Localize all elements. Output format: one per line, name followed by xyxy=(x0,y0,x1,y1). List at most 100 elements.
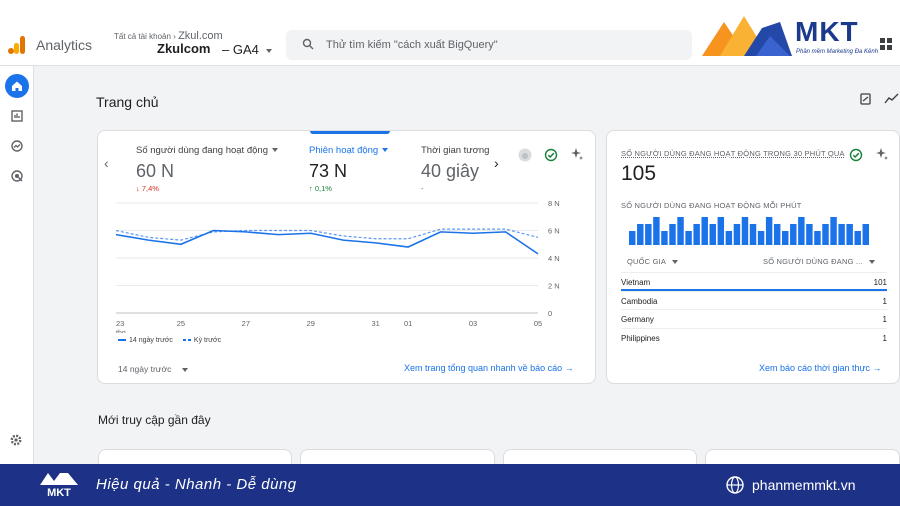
chevron-right-icon[interactable]: › xyxy=(494,155,499,171)
metric-change: 7,4% xyxy=(141,184,159,193)
minute-bar[interactable] xyxy=(669,224,676,245)
minute-bar[interactable] xyxy=(765,217,773,245)
table-row[interactable]: Vietnam 101 xyxy=(621,272,887,291)
minute-bar[interactable] xyxy=(862,224,869,245)
minute-bar[interactable] xyxy=(846,224,853,245)
property-selector[interactable]: Zkulcom xyxy=(157,41,210,56)
insights-icon[interactable] xyxy=(884,93,900,105)
minute-bar[interactable] xyxy=(709,224,716,245)
minute-bar[interactable] xyxy=(830,217,837,245)
footer-url[interactable]: phanmemmkt.vn xyxy=(752,477,855,493)
y-tick-label: 8 N xyxy=(548,199,560,208)
minute-bar[interactable] xyxy=(661,231,668,245)
chevron-down-icon xyxy=(181,367,188,372)
country-users: 1 xyxy=(882,296,887,306)
chart-legend: 14 ngày trước Kỳ trước xyxy=(118,337,221,344)
check-circle-icon[interactable] xyxy=(849,148,863,162)
table-row[interactable]: Germany 1 xyxy=(621,309,887,328)
minute-bar[interactable] xyxy=(749,224,757,245)
realtime-subtitle: SỐ NGƯỜI DÙNG ĐANG HOẠT ĐỘNG MỖI PHÚT xyxy=(621,201,802,210)
minute-bar[interactable] xyxy=(822,224,829,245)
customize-card-icon[interactable] xyxy=(860,92,872,106)
metric-label: Số người dùng đang hoạt động xyxy=(136,145,268,156)
check-circle-icon[interactable] xyxy=(544,148,558,162)
metric-change: - xyxy=(421,184,424,193)
minute-bar[interactable] xyxy=(733,224,741,245)
realtime-title[interactable]: SỐ NGƯỜI DÙNG ĐANG HOẠT ĐỘNG TRONG 30 PH… xyxy=(621,149,845,158)
minute-bar[interactable] xyxy=(806,224,813,245)
x-tick-label: 27 xyxy=(242,319,250,328)
country-name: Cambodia xyxy=(621,296,658,306)
sparkle-icon[interactable] xyxy=(570,147,584,161)
table-row[interactable]: Cambodia 1 xyxy=(621,290,887,310)
x-tick-sublabel: thg xyxy=(116,330,126,333)
minute-bar[interactable] xyxy=(725,231,733,245)
minute-bar[interactable] xyxy=(814,231,821,245)
country-name: Vietnam xyxy=(621,278,651,287)
minute-bar[interactable] xyxy=(741,217,749,245)
gear-icon[interactable] xyxy=(9,433,23,447)
y-tick-label: 2 N xyxy=(548,282,560,291)
selected-metric-indicator xyxy=(310,131,390,134)
reports-icon xyxy=(11,110,23,122)
view-realtime-label: Xem báo cáo thời gian thực xyxy=(759,363,870,373)
mkt-footer-logo: MKT xyxy=(38,469,80,501)
x-tick-label: 01 xyxy=(404,319,412,328)
account-breadcrumb-label: Tất cả tài khoản xyxy=(114,32,171,41)
property-suffix[interactable]: – GA4 xyxy=(222,42,273,57)
minute-bar[interactable] xyxy=(773,224,781,245)
minute-bar[interactable] xyxy=(854,231,861,245)
view-reports-snapshot-link[interactable]: Xem trang tổng quan nhanh về báo cáo → xyxy=(404,363,574,373)
metric-label: Phiên hoạt động xyxy=(309,145,379,156)
apps-grid-icon[interactable] xyxy=(880,38,892,50)
sparkle-icon[interactable] xyxy=(875,147,889,161)
table-row[interactable]: Philippines 1 xyxy=(621,327,887,347)
minute-bar[interactable] xyxy=(677,217,684,245)
app-name[interactable]: Analytics xyxy=(36,37,92,53)
x-tick-label: 23 xyxy=(116,319,124,328)
minute-bar[interactable] xyxy=(790,224,797,245)
minute-bar[interactable] xyxy=(629,231,636,245)
nav-explore[interactable] xyxy=(5,134,29,158)
analytics-logo-icon[interactable] xyxy=(8,36,26,54)
search-bar[interactable]: Thử tìm kiếm "cách xuất BigQuery" xyxy=(286,30,692,60)
chevron-left-icon[interactable]: ‹ xyxy=(104,155,109,171)
minute-bar[interactable] xyxy=(757,231,765,245)
country-column-label: QUỐC GIA xyxy=(627,257,666,266)
country-users: 101 xyxy=(873,278,887,287)
x-tick-label: 31 xyxy=(372,319,380,328)
minute-bar[interactable] xyxy=(798,217,805,245)
y-tick-label: 0 xyxy=(548,309,552,318)
minute-bar[interactable] xyxy=(653,217,660,245)
users-column-label: SỐ NGƯỜI DÙNG ĐANG ... xyxy=(763,257,863,266)
promo-banner: MKT Hiệu quả - Nhanh - Dễ dùng phanmemmk… xyxy=(0,464,900,506)
nav-advertising[interactable] xyxy=(5,164,29,188)
view-realtime-link[interactable]: Xem báo cáo thời gian thực → xyxy=(759,363,882,373)
per-minute-bar-chart xyxy=(629,217,869,245)
footer-logo-text: MKT xyxy=(47,487,71,499)
country-column-header[interactable]: QUỐC GIA xyxy=(627,257,678,266)
minute-bar[interactable] xyxy=(693,224,700,245)
minute-bar[interactable] xyxy=(645,224,652,245)
date-range-selector[interactable]: 14 ngày trước xyxy=(118,364,188,374)
page-title: Trang chủ xyxy=(96,94,159,110)
explore-icon xyxy=(11,140,23,152)
minute-bar[interactable] xyxy=(838,224,845,245)
minute-bar[interactable] xyxy=(717,217,725,245)
users-column-header[interactable]: SỐ NGƯỜI DÙNG ĐANG ... xyxy=(763,257,876,266)
metric-sessions[interactable]: Phiên hoạt động 73 N ↑ 0,1% xyxy=(309,145,389,193)
metric-engagement-time[interactable]: Thời gian tương 40 giây - xyxy=(421,145,489,193)
series-line-current[interactable] xyxy=(115,229,539,255)
country-users: 1 xyxy=(882,333,887,343)
minute-bar[interactable] xyxy=(637,224,644,245)
x-tick-label: 05 xyxy=(534,319,542,328)
country-name: Germany xyxy=(621,315,654,324)
minute-bar[interactable] xyxy=(685,231,692,245)
minute-bar[interactable] xyxy=(782,231,789,245)
metric-active-users[interactable]: Số người dùng đang hoạt động 60 N ↓ 7,4% xyxy=(136,145,278,193)
nav-home[interactable] xyxy=(5,74,29,98)
minute-bar[interactable] xyxy=(701,217,708,245)
nav-reports[interactable] xyxy=(5,104,29,128)
legend-previous-label: Kỳ trước xyxy=(193,337,222,344)
recent-section-title: Mới truy cập gần đây xyxy=(98,413,211,427)
